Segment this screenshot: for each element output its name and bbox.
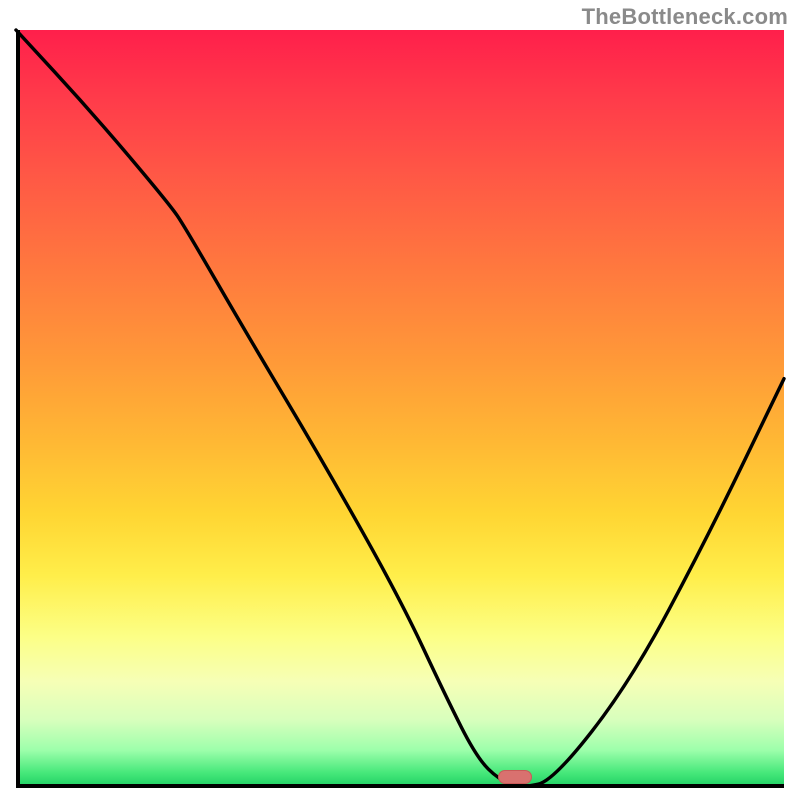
curve-layer xyxy=(16,30,784,788)
optimal-marker xyxy=(498,770,532,784)
bottleneck-curve-path xyxy=(16,30,784,786)
plot-area xyxy=(16,30,784,788)
chart-canvas: TheBottleneck.com xyxy=(0,0,800,800)
watermark-text: TheBottleneck.com xyxy=(582,4,788,30)
